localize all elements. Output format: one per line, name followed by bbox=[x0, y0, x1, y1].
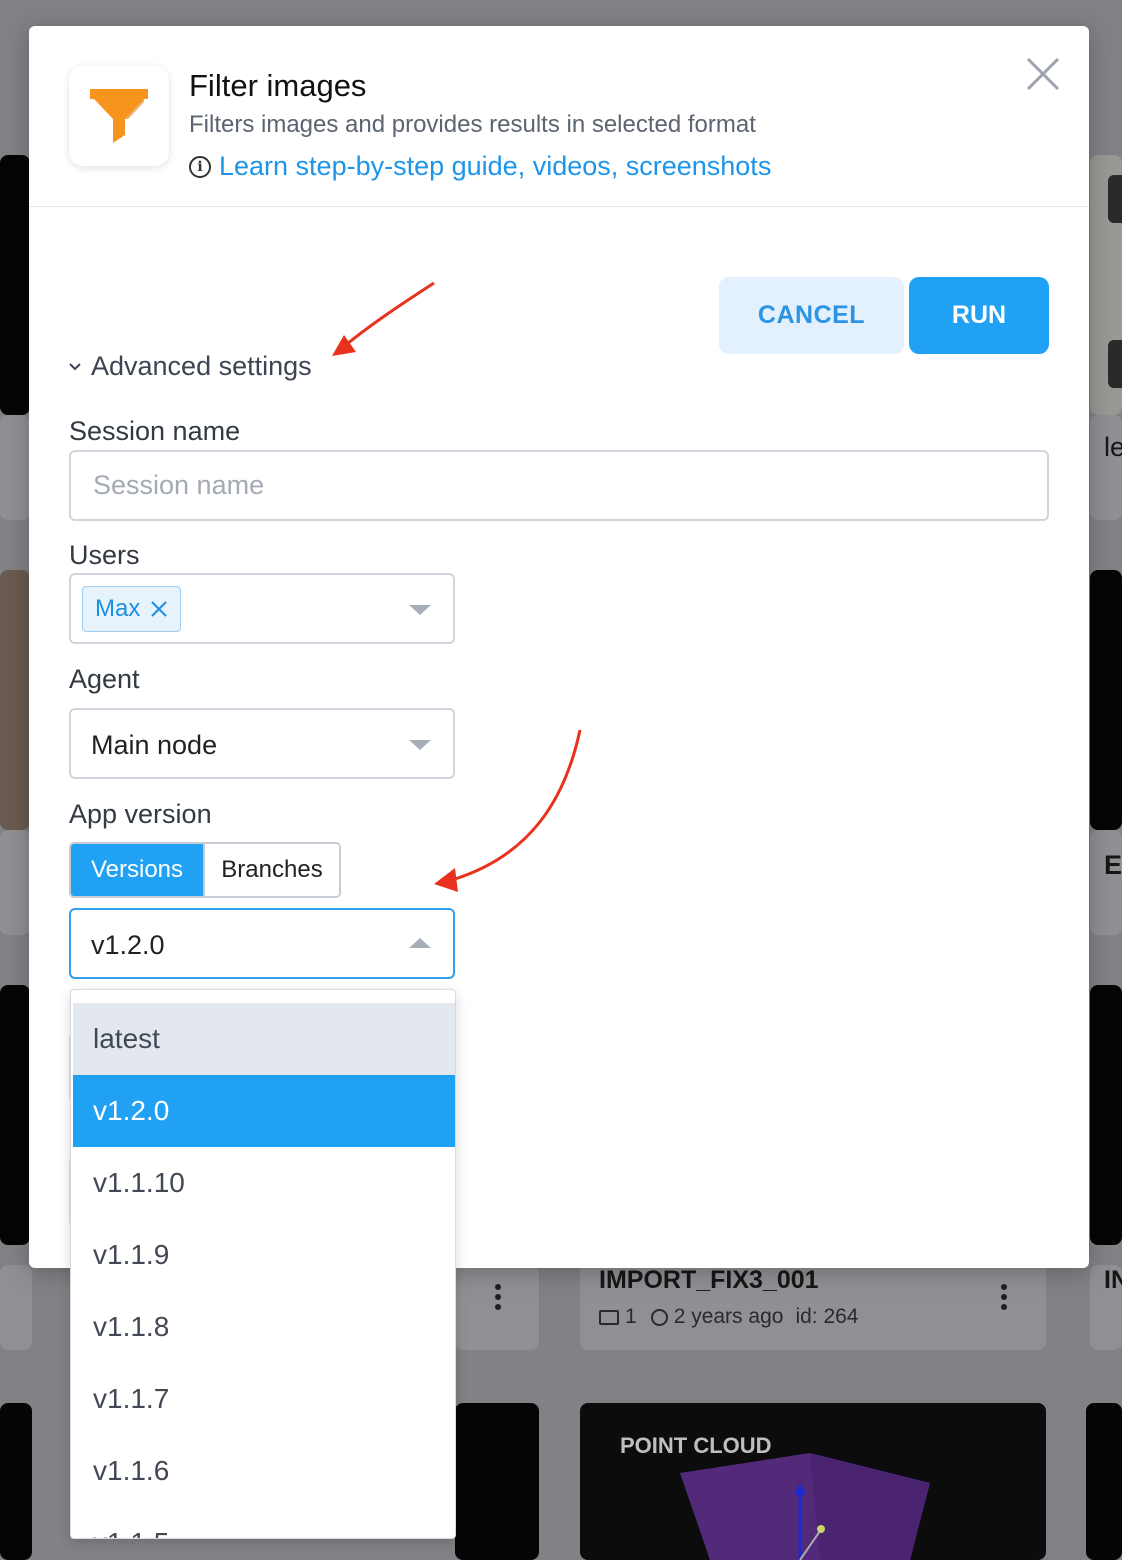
bg-card bbox=[1090, 830, 1122, 935]
dropdown-option[interactable]: v1.2.0 bbox=[73, 1075, 455, 1147]
point-cloud-preview bbox=[680, 1453, 930, 1560]
version-dropdown-list: latest v1.2.0 v1.1.10 v1.1.9 v1.1.8 v1.1.7 v1.… bbox=[70, 989, 456, 1539]
bg-image-tile bbox=[0, 570, 30, 830]
learn-guide-link-text: Learn step-by-step guide, videos, screen… bbox=[219, 151, 772, 181]
app-icon bbox=[69, 66, 169, 166]
info-icon: i bbox=[189, 155, 211, 178]
bg-image-tile bbox=[0, 1403, 32, 1560]
users-select[interactable]: Max bbox=[69, 573, 455, 644]
bg-card-title: IMPORT_FIX3_001 bbox=[599, 1266, 819, 1294]
advanced-settings-label: Advanced settings bbox=[91, 351, 312, 381]
cancel-button[interactable]: CANCEL bbox=[719, 277, 904, 354]
caret-down-icon bbox=[409, 605, 431, 615]
dropdown-option[interactable]: v1.1.6 bbox=[73, 1435, 455, 1507]
chevron-down-icon bbox=[69, 362, 81, 370]
bg-image-tile bbox=[455, 1403, 539, 1560]
users-label: Users bbox=[69, 540, 140, 570]
dropdown-option[interactable]: v1.1.5 bbox=[73, 1507, 455, 1538]
caret-up-icon bbox=[409, 938, 431, 948]
modal-description: Filters images and provides results in s… bbox=[189, 111, 756, 138]
tab-branches[interactable]: Branches bbox=[203, 844, 339, 896]
app-version-label: App version bbox=[69, 799, 212, 829]
bg-image-tile bbox=[0, 155, 30, 415]
bg-card-meta: 1 2 years ago id: 264 bbox=[599, 1305, 859, 1329]
bg-card bbox=[0, 830, 30, 935]
run-button[interactable]: RUN bbox=[909, 277, 1049, 354]
dropdown-option[interactable]: latest bbox=[73, 1003, 455, 1075]
clock-icon bbox=[650, 1308, 668, 1326]
bg-pointcloud-tile: POINT CLOUD bbox=[580, 1403, 1046, 1560]
session-name-label: Session name bbox=[69, 416, 241, 446]
agent-label: Agent bbox=[69, 664, 140, 694]
version-source-tabs: Versions Branches bbox=[69, 842, 341, 898]
modal-title: Filter images bbox=[189, 68, 367, 103]
more-options-icon[interactable] bbox=[495, 1284, 503, 1314]
caret-down-icon bbox=[409, 740, 431, 750]
folder-icon bbox=[599, 1309, 619, 1325]
dropdown-option[interactable]: v1.1.9 bbox=[73, 1219, 455, 1291]
more-options-icon[interactable] bbox=[1001, 1284, 1009, 1314]
bg-card-title: IN bbox=[1104, 1266, 1122, 1294]
modal-header: Filter images Filters images and provide… bbox=[29, 26, 1089, 207]
agent-select[interactable]: Main node bbox=[69, 708, 455, 779]
bg-image-tile bbox=[1090, 985, 1122, 1245]
session-name-input[interactable] bbox=[69, 450, 1049, 521]
bg-card bbox=[0, 1265, 32, 1350]
user-tag-label: Max bbox=[95, 595, 141, 622]
dropdown-option[interactable]: v1.1.10 bbox=[73, 1147, 455, 1219]
agent-select-value: Main node bbox=[91, 730, 218, 760]
bg-image-tile bbox=[1086, 1403, 1122, 1560]
learn-guide-link[interactable]: i Learn step-by-step guide, videos, scre… bbox=[189, 151, 771, 182]
advanced-settings-toggle[interactable]: Advanced settings bbox=[67, 351, 312, 382]
close-icon[interactable] bbox=[1021, 52, 1065, 96]
bg-card-title: le bbox=[1104, 432, 1122, 462]
bg-image-tile bbox=[1090, 570, 1122, 830]
bg-card bbox=[1090, 415, 1122, 520]
user-tag: Max bbox=[82, 586, 182, 632]
bg-card bbox=[0, 415, 30, 520]
remove-tag-icon[interactable] bbox=[150, 600, 168, 618]
dropdown-option[interactable]: v1.1.7 bbox=[73, 1363, 455, 1435]
funnel-icon bbox=[90, 89, 148, 143]
bg-image-tile bbox=[0, 985, 30, 1245]
dropdown-option[interactable]: v1.1.8 bbox=[73, 1291, 455, 1363]
version-select-value: v1.2.0 bbox=[91, 930, 165, 960]
bg-card-title: E bbox=[1104, 850, 1122, 880]
version-select[interactable]: v1.2.0 bbox=[69, 908, 455, 979]
tab-versions[interactable]: Versions bbox=[71, 844, 203, 896]
